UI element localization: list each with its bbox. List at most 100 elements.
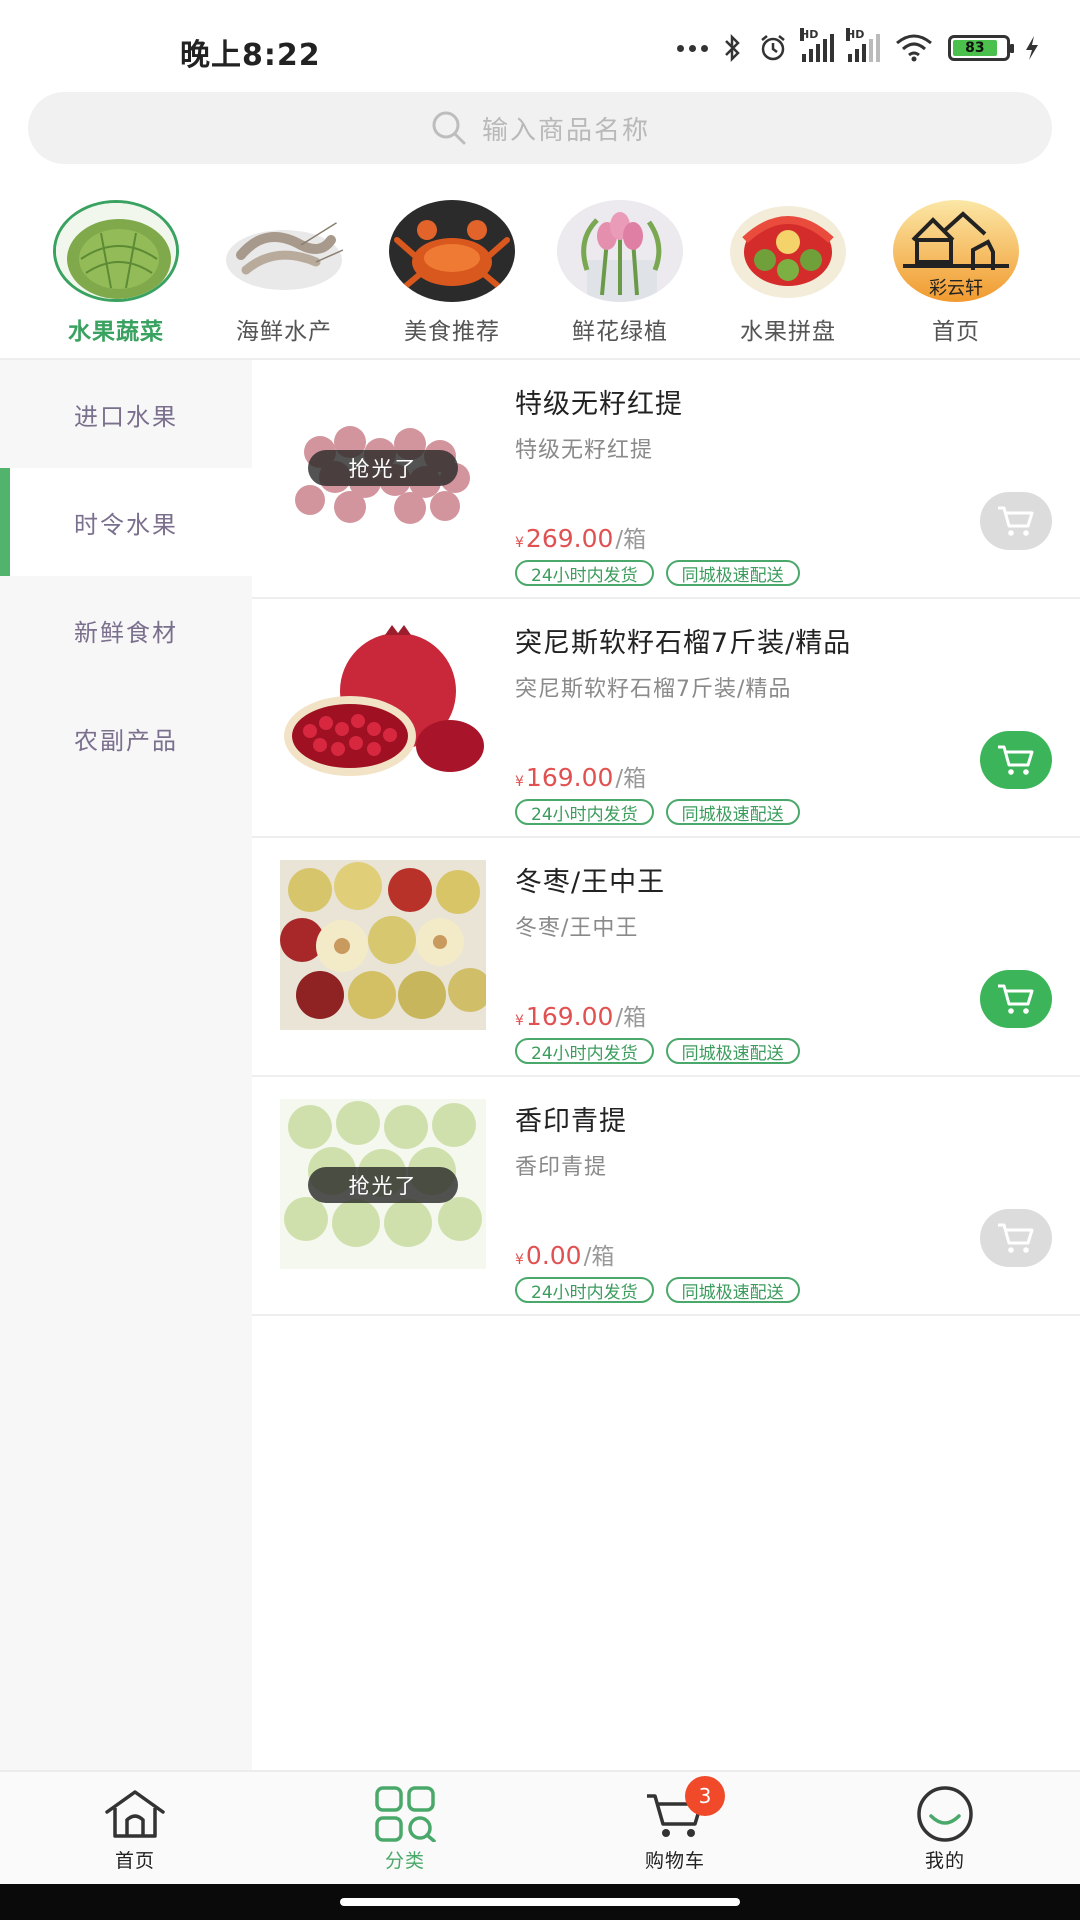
category-label: 鲜花绿植: [572, 319, 668, 345]
more-dots-icon: [677, 44, 708, 52]
add-to-cart-button[interactable]: [980, 731, 1052, 789]
cart-icon: [998, 1223, 1034, 1253]
add-to-cart-button[interactable]: [980, 1209, 1052, 1267]
system-home-bar: [0, 1884, 1080, 1920]
cart-icon: 3: [643, 1776, 725, 1842]
status-bar: 晚上8:22 HD HD 83: [0, 0, 1080, 90]
sidebar-item-label: 新鲜食材: [74, 618, 178, 647]
green-grape-image: 抢光了: [280, 1099, 486, 1269]
nav-label: 分类: [384, 1850, 425, 1872]
category-fruit-platter[interactable]: 水果拼盘: [704, 200, 872, 360]
tag-delivery: 同城极速配送: [665, 1038, 800, 1064]
sidebar-item-label: 时令水果: [74, 510, 178, 539]
category-label: 美食推荐: [404, 319, 500, 345]
custard-apple-image: [53, 200, 179, 302]
price-currency: ¥: [515, 535, 524, 551]
category-carousel: 水果蔬菜 海鲜水产 美食推荐 鲜花绿植 水果拼盘 彩云轩 首页: [0, 200, 1080, 360]
charging-icon: [1026, 36, 1038, 60]
tag-delivery: 同城极速配送: [665, 1277, 800, 1303]
product-title: 冬枣/王中王: [515, 867, 666, 898]
home-indicator[interactable]: [340, 1898, 740, 1906]
category-icon: [373, 1786, 437, 1842]
cart-badge: 3: [685, 1776, 725, 1816]
product-item[interactable]: 突尼斯软籽石榴7斤装/精品 突尼斯软籽石榴7斤装/精品 ¥ 169.00 /箱 …: [252, 599, 1080, 838]
nav-label: 购物车: [644, 1850, 705, 1872]
nav-label: 首页: [114, 1850, 155, 1872]
category-label: 水果拼盘: [740, 319, 836, 345]
nav-label: 我的: [924, 1850, 965, 1872]
product-subtitle: 冬枣/王中王: [515, 916, 639, 941]
nav-category[interactable]: 分类: [270, 1772, 540, 1884]
sidebar-item-seasonal-fruit[interactable]: 时令水果: [0, 468, 252, 576]
product-subtitle: 特级无籽红提: [515, 438, 654, 463]
category-label: 海鲜水产: [236, 319, 332, 345]
sidebar-item-label: 农副产品: [74, 726, 178, 755]
category-flowers-plants[interactable]: 鲜花绿植: [536, 200, 704, 360]
sidebar-item-farm-products[interactable]: 农副产品: [0, 684, 252, 792]
sidebar-item-imported-fruit[interactable]: 进口水果: [0, 360, 252, 468]
product-price: ¥ 169.00 /箱: [515, 759, 646, 793]
category-seafood[interactable]: 海鲜水产: [200, 200, 368, 360]
sidebar-item-fresh-ingredients[interactable]: 新鲜食材: [0, 576, 252, 684]
battery-icon: 83: [948, 35, 1014, 61]
product-item[interactable]: 抢光了 香印青提 香印青提 ¥ 0.00 /箱 24小时内发货 同城极速配送: [252, 1077, 1080, 1316]
winter-jujube-image: [280, 860, 486, 1030]
fruit-platter-image: [725, 200, 851, 302]
red-grape-image: 抢光了: [280, 382, 486, 552]
tag-shipping: 24小时内发货: [515, 799, 654, 825]
category-label: 水果蔬菜: [68, 319, 164, 345]
battery-level: 83: [953, 40, 997, 56]
alarm-icon: [761, 35, 785, 61]
status-icons: HD HD 83: [677, 28, 1040, 68]
cart-icon: [998, 745, 1034, 775]
price-unit: /箱: [583, 1244, 615, 1270]
shrimp-image: [221, 200, 347, 302]
product-tags: 24小时内发货 同城极速配送: [515, 1038, 800, 1064]
product-price: ¥ 0.00 /箱: [515, 1237, 614, 1271]
nav-home[interactable]: 首页: [0, 1772, 270, 1884]
bluetooth-icon: [725, 33, 740, 63]
tulip-image: [557, 200, 683, 302]
product-tags: 24小时内发货 同城极速配送: [515, 1277, 800, 1303]
product-item[interactable]: 抢光了 特级无籽红提 特级无籽红提 ¥ 269.00 /箱 24小时内发货 同城…: [252, 360, 1080, 599]
price-currency: ¥: [515, 1013, 524, 1029]
price-value: 169.00: [525, 763, 614, 792]
search-input[interactable]: 输入商品名称: [28, 92, 1052, 164]
price-value: 0.00: [525, 1241, 582, 1270]
price-unit: /箱: [615, 1005, 647, 1031]
category-label: 首页: [932, 319, 980, 345]
category-home[interactable]: 彩云轩 首页: [872, 200, 1040, 360]
price-unit: /箱: [615, 766, 647, 792]
category-fruits-vegetables[interactable]: 水果蔬菜: [32, 200, 200, 360]
nav-profile[interactable]: 我的: [810, 1772, 1080, 1884]
signal-icon: HD: [800, 28, 834, 62]
product-tags: 24小时内发货 同城极速配送: [515, 560, 800, 586]
nav-cart[interactable]: 3 购物车: [540, 1772, 810, 1884]
home-icon: [103, 1786, 167, 1842]
product-item[interactable]: 冬枣/王中王 冬枣/王中王 ¥ 169.00 /箱 24小时内发货 同城极速配送: [252, 838, 1080, 1077]
cart-icon: [998, 984, 1034, 1014]
sidebar-item-label: 进口水果: [74, 402, 178, 431]
status-time: 晚上8:22: [180, 38, 321, 73]
bottom-nav: 首页 分类 3 购物车 我的: [0, 1770, 1080, 1884]
price-value: 269.00: [525, 524, 614, 553]
tag-shipping: 24小时内发货: [515, 1038, 654, 1064]
product-price: ¥ 169.00 /箱: [515, 998, 646, 1032]
product-subtitle: 突尼斯软籽石榴7斤装/精品: [515, 677, 792, 702]
sidebar: 进口水果 时令水果 新鲜食材 农副产品: [0, 360, 252, 1770]
category-food-recommend[interactable]: 美食推荐: [368, 200, 536, 360]
search-placeholder: 输入商品名称: [481, 115, 650, 146]
crab-image: [389, 200, 515, 302]
product-subtitle: 香印青提: [515, 1155, 608, 1180]
tag-shipping: 24小时内发货: [515, 560, 654, 586]
price-unit: /箱: [615, 527, 647, 553]
price-currency: ¥: [515, 1252, 524, 1268]
product-title: 香印青提: [515, 1106, 627, 1137]
product-price: ¥ 269.00 /箱: [515, 520, 646, 554]
product-title: 突尼斯软籽石榴7斤装/精品: [515, 628, 852, 659]
add-to-cart-button[interactable]: [980, 492, 1052, 550]
cart-icon: [998, 506, 1034, 536]
add-to-cart-button[interactable]: [980, 970, 1052, 1028]
soldout-badge: 抢光了: [308, 1167, 458, 1203]
soldout-badge: 抢光了: [308, 450, 458, 486]
